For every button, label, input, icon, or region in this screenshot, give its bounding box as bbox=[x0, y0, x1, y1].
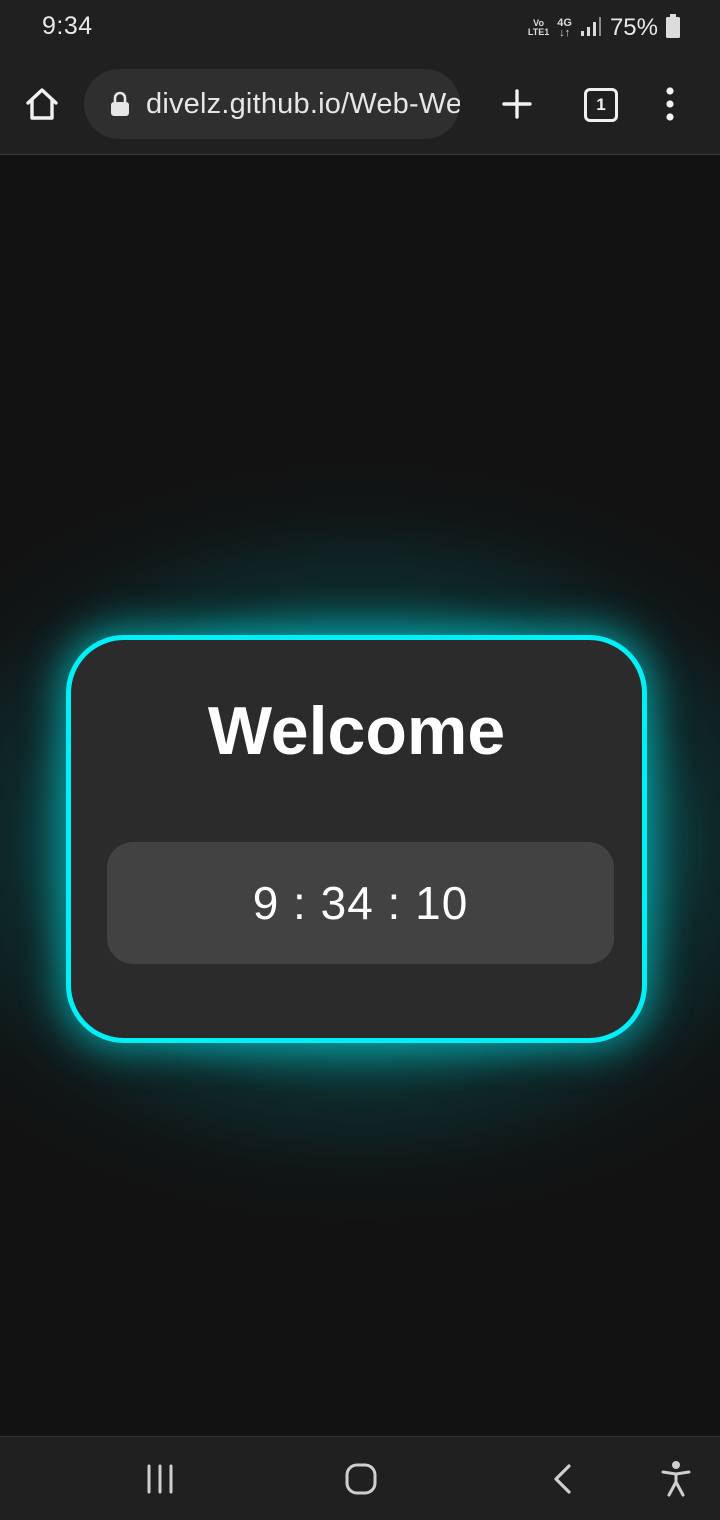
battery-percent: 75% bbox=[609, 14, 658, 41]
accessibility-button[interactable] bbox=[654, 1457, 698, 1501]
url-text: divelz.github.io/Web-Welcome bbox=[146, 87, 460, 120]
address-bar[interactable]: divelz.github.io/Web-Welcome bbox=[84, 69, 460, 139]
status-bar: 9:34 Vo LTE1 4G ↓↑ 75% bbox=[0, 0, 720, 56]
back-button[interactable] bbox=[548, 1457, 578, 1501]
accessibility-icon bbox=[661, 1461, 691, 1497]
recents-button[interactable] bbox=[140, 1457, 180, 1501]
navigation-bar bbox=[0, 1436, 720, 1520]
clock-display: 9 : 34 : 10 bbox=[107, 842, 614, 964]
signal-icon bbox=[580, 15, 602, 42]
page-title: Welcome bbox=[207, 693, 506, 769]
recents-icon bbox=[147, 1464, 173, 1494]
status-time: 9:34 bbox=[42, 12, 93, 40]
battery-icon bbox=[666, 13, 680, 43]
volte-bottom-label: LTE1 bbox=[527, 27, 550, 37]
more-vert-icon bbox=[666, 87, 674, 121]
home-button[interactable] bbox=[18, 78, 66, 130]
nav-home-button[interactable] bbox=[340, 1457, 382, 1501]
phone-screen: 9:34 Vo LTE1 4G ↓↑ 75% divelz.github.io/… bbox=[0, 0, 720, 1520]
plus-icon bbox=[502, 89, 532, 119]
back-icon bbox=[554, 1464, 571, 1494]
tabs-icon: 1 bbox=[584, 88, 618, 122]
tab-count: 1 bbox=[596, 95, 606, 114]
network-type-indicator: 4G ↓↑ bbox=[557, 18, 572, 39]
clock-time: 9 : 34 : 10 bbox=[252, 877, 469, 929]
browser-menu-button[interactable] bbox=[652, 78, 688, 130]
home-icon bbox=[26, 88, 58, 120]
home-circle-icon bbox=[345, 1463, 377, 1495]
lock-icon bbox=[111, 91, 129, 116]
network-arrows: ↓↑ bbox=[559, 27, 571, 39]
tab-switcher-button[interactable]: 1 bbox=[580, 84, 622, 126]
new-tab-button[interactable] bbox=[494, 78, 540, 130]
web-page-content: Welcome 9 : 34 : 10 bbox=[0, 155, 720, 1436]
welcome-card: Welcome 9 : 34 : 10 bbox=[66, 635, 647, 1043]
status-indicators: Vo LTE1 4G ↓↑ 75% bbox=[528, 12, 680, 44]
volte-indicator: Vo LTE1 bbox=[528, 19, 549, 37]
browser-toolbar: divelz.github.io/Web-Welcome 1 bbox=[0, 56, 720, 155]
